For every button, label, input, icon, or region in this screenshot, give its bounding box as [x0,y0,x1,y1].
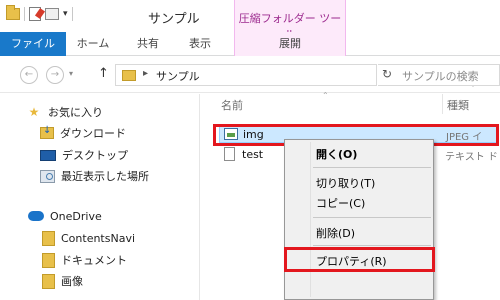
search-placeholder: サンプルの検索 [402,70,479,83]
context-menu: 開く(O) 切り取り(T) コピー(C) 削除(D) プロパティ(R) [284,139,434,300]
nav-label: デスクトップ [62,149,128,162]
back-button[interactable]: ← [20,66,38,84]
menu-separator [313,217,431,218]
nav-label: お気に入り [48,106,103,119]
tab-share[interactable]: 共有 [128,32,168,56]
nav-item-downloads[interactable]: ダウンロード [40,123,126,143]
tab-home[interactable]: ホーム [68,32,118,56]
folder-icon [42,273,55,289]
nav-label: 最近表示した場所 [61,170,149,183]
nav-onedrive[interactable]: OneDrive [28,206,102,226]
nav-item-contentsnavi[interactable]: ContentsNavi [42,228,135,248]
star-icon: ★ [28,105,40,119]
breadcrumb-chevron-icon[interactable]: ▸ [143,68,148,79]
folder-icon [6,5,20,20]
nav-item-pictures[interactable]: 画像 [42,271,83,291]
compressed-folder-tools-title: 圧縮フォルダー ツール [234,0,346,41]
new-folder-icon[interactable] [45,8,59,20]
desktop-icon [40,149,56,161]
tab-file[interactable]: ファイル [0,32,66,56]
properties-icon[interactable] [29,7,41,21]
forward-button[interactable]: → [46,66,64,84]
menu-item-copy[interactable]: コピー(C) [316,195,365,211]
column-header-name[interactable]: 名前 [221,97,243,113]
nav-label: OneDrive [50,209,102,223]
folder-icon [42,252,55,268]
customize-toolbar-dropdown-icon[interactable]: ▾ [63,9,68,19]
nav-label: 画像 [61,275,83,288]
folder-icon [122,70,136,81]
breadcrumb-current[interactable]: サンプル [156,68,200,84]
tab-view[interactable]: 表示 [178,32,222,56]
text-file-icon [224,147,235,161]
column-header-type[interactable]: 種類 [447,97,469,113]
nav-label: ドキュメント [61,254,127,267]
search-input[interactable]: ↻ サンプルの検索 [378,64,500,86]
quick-access-toolbar: ▾ [6,5,73,21]
tab-extract[interactable]: 展開 [234,32,346,56]
up-arrow-icon[interactable]: ↑ [98,66,109,81]
menu-item-delete[interactable]: 削除(D) [316,225,355,241]
menu-gutter [310,142,311,297]
window-title: サンプル [148,12,200,27]
sort-ascending-icon: ⌃ [322,91,329,100]
nav-label: ContentsNavi [61,231,136,245]
toolbar-separator [24,7,25,21]
navigation-pane: ★ お気に入り ダウンロード デスクトップ 最近表示した場所 OneDrive … [0,94,200,300]
menu-item-open[interactable]: 開く(O) [316,146,357,162]
address-field[interactable]: ▸ サンプル ▾ [115,64,475,89]
menu-separator [313,245,431,246]
nav-item-documents[interactable]: ドキュメント [42,250,127,270]
menu-separator [313,167,431,168]
nav-favorites[interactable]: ★ お気に入り [26,102,103,122]
menu-item-cut[interactable]: 切り取り(T) [316,175,375,191]
ribbon-tabs: ファイル ホーム 共有 表示 展開 [0,32,500,56]
highlight-box-properties [284,247,435,272]
refresh-icon[interactable]: ↻ [382,67,392,81]
cloud-icon [28,211,44,221]
recent-places-icon [40,169,55,183]
file-type: テキスト ド [445,152,498,163]
nav-item-recent-places[interactable]: 最近表示した場所 [40,166,149,186]
address-bar: ← → ▾ ↑ ▸ サンプル ▾ ↻ サンプルの検索 [0,57,500,93]
file-name: test [242,148,264,161]
download-folder-icon [40,125,54,139]
title-bar: ▾ サンプル 圧縮フォルダー ツール [0,0,500,41]
column-divider[interactable] [442,94,443,114]
nav-label: ダウンロード [60,127,126,140]
folder-icon [42,230,55,246]
nav-item-desktop[interactable]: デスクトップ [40,145,128,165]
recent-locations-icon[interactable]: ▾ [69,69,73,78]
toolbar-separator [71,7,73,21]
